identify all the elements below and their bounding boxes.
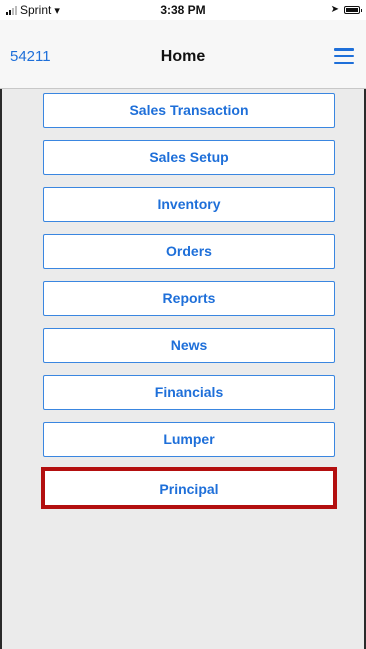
principal-button[interactable]: Principal xyxy=(41,467,337,509)
page-title: Home xyxy=(160,48,206,65)
battery-icon xyxy=(344,5,362,14)
status-right: ➤ xyxy=(330,4,362,15)
sales-setup-button[interactable]: Sales Setup xyxy=(43,140,335,175)
status-bar: Sprint ▾ 3:38 PM ➤ xyxy=(0,0,366,20)
sales-transaction-button[interactable]: Sales Transaction xyxy=(43,93,335,128)
location-arrow-icon: ➤ xyxy=(330,4,339,15)
news-button[interactable]: News xyxy=(43,328,335,363)
navigation-bar: 54211 Home xyxy=(0,20,366,89)
orders-button[interactable]: Orders xyxy=(43,234,335,269)
status-time: 3:38 PM xyxy=(160,3,206,17)
lumper-button[interactable]: Lumper xyxy=(43,422,335,457)
financials-button[interactable]: Financials xyxy=(43,375,335,410)
home-menu: Sales Transaction Sales Setup Inventory … xyxy=(41,93,337,521)
hamburger-menu-icon[interactable] xyxy=(334,48,354,64)
reports-button[interactable]: Reports xyxy=(43,281,335,316)
inventory-button[interactable]: Inventory xyxy=(43,187,335,222)
